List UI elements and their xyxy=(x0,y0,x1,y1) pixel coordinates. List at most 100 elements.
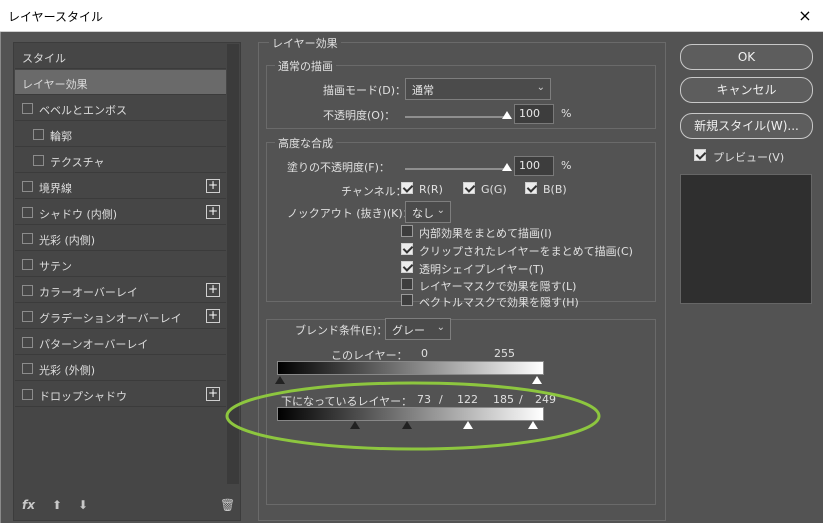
window-title: レイヤースタイル xyxy=(8,10,104,24)
style-list-item[interactable]: スタイル xyxy=(15,44,226,69)
channel-r-checkbox[interactable] xyxy=(401,182,413,194)
add-effect-icon[interactable]: + xyxy=(206,309,220,323)
style-checkbox[interactable] xyxy=(22,181,33,192)
style-list-item[interactable]: 光彩 (外側) xyxy=(15,356,226,381)
fill-opacity-slider[interactable] xyxy=(405,168,509,170)
style-list-toolbar: fx ⬆ ⬇ 🗑 xyxy=(22,498,235,512)
style-checkbox[interactable] xyxy=(22,103,33,114)
ok-button[interactable]: OK xyxy=(680,44,813,70)
knockout-value: なし xyxy=(412,207,434,220)
advanced-blending-group: 高度な合成 塗りの不透明度(F)： 100 % チャンネル： R(R) G(G)… xyxy=(266,135,656,309)
option-label-2: 透明シェイプレイヤー(T) xyxy=(419,263,544,276)
style-list-item[interactable]: 輪郭 xyxy=(15,122,226,147)
style-list-item-label: 光彩 (内側) xyxy=(39,234,96,247)
channel-label: チャンネル： xyxy=(341,185,407,198)
style-checkbox[interactable] xyxy=(22,285,33,296)
opacity-label: 不透明度(O)： xyxy=(323,109,396,122)
cancel-button[interactable]: キャンセル xyxy=(680,77,813,103)
knockout-label: ノックアウト (抜き)(K)： xyxy=(287,207,414,220)
style-list-item-label: 輪郭 xyxy=(50,130,72,143)
fill-opacity-unit: % xyxy=(561,159,572,172)
advanced-blending-title: 高度な合成 xyxy=(275,135,336,151)
option-checkbox-2[interactable] xyxy=(401,261,413,273)
channel-g-checkbox[interactable] xyxy=(463,182,475,194)
opacity-field[interactable]: 100 xyxy=(514,104,554,124)
style-list-item-label: 光彩 (外側) xyxy=(39,364,96,377)
style-list-item[interactable]: ベベルとエンボス xyxy=(15,96,226,121)
style-list-item-label: レイヤー効果 xyxy=(22,78,88,91)
add-effect-icon[interactable]: + xyxy=(206,283,220,297)
option-label-1: クリップされたレイヤーをまとめて描画(C) xyxy=(419,245,633,258)
style-list-item[interactable]: レイヤー効果 xyxy=(15,70,226,95)
normal-blending-group: 通常の描画 描画モード(D)： 通常 ⌄ 不透明度(O)： 100 % xyxy=(266,58,656,129)
style-list-item-label: シャドウ (内側) xyxy=(39,208,118,221)
style-list-item-label: スタイル xyxy=(22,52,66,65)
blend-if-dropdown[interactable]: グレー ⌄ xyxy=(385,318,451,340)
blend-if-label: ブレンド条件(E)： xyxy=(295,324,388,337)
normal-blending-title: 通常の描画 xyxy=(275,58,336,74)
style-list-item[interactable]: ドロップシャドウ + xyxy=(15,382,226,407)
option-checkbox-4[interactable] xyxy=(401,294,413,306)
blend-mode-dropdown[interactable]: 通常 ⌄ xyxy=(405,78,551,100)
this-layer-white: 255 xyxy=(494,347,515,360)
move-down-icon[interactable]: ⬇ xyxy=(78,498,88,512)
channel-g-label: G(G) xyxy=(481,183,507,196)
preview-checkbox[interactable] xyxy=(694,149,706,161)
trash-icon[interactable]: 🗑 xyxy=(220,498,235,512)
style-list-item[interactable]: グラデーションオーバーレイ + xyxy=(15,304,226,329)
fill-opacity-slider-thumb[interactable] xyxy=(502,163,512,171)
fill-opacity-label: 塗りの不透明度(F)： xyxy=(287,161,390,174)
style-list-item-label: サテン xyxy=(39,260,72,273)
option-label-4: ベクトルマスクで効果を隠す(H) xyxy=(419,296,579,309)
style-checkbox[interactable] xyxy=(22,337,33,348)
blend-if-value: グレー xyxy=(392,324,425,337)
style-list-item[interactable]: 光彩 (内側) xyxy=(15,226,226,251)
add-effect-icon[interactable]: + xyxy=(206,205,220,219)
fx-icon[interactable]: fx xyxy=(22,498,35,512)
opacity-slider[interactable] xyxy=(405,116,509,118)
style-checkbox[interactable] xyxy=(22,207,33,218)
style-checkbox[interactable] xyxy=(22,311,33,322)
style-list-item[interactable]: シャドウ (内側) + xyxy=(15,200,226,225)
fill-opacity-field[interactable]: 100 xyxy=(514,156,554,176)
style-list-item[interactable]: パターンオーバーレイ xyxy=(15,330,226,355)
layer-style-dialog: スタイルレイヤー効果ベベルとエンボス輪郭テクスチャ境界線 + シャドウ (内側) + 光… xyxy=(0,32,823,523)
move-up-icon[interactable]: ⬆ xyxy=(52,498,62,512)
style-list-item-label: パターンオーバーレイ xyxy=(39,338,149,351)
style-preview-swatch xyxy=(680,174,812,304)
knockout-dropdown[interactable]: なし ⌄ xyxy=(405,201,451,223)
add-effect-icon[interactable]: + xyxy=(206,179,220,193)
style-checkbox[interactable] xyxy=(33,129,44,140)
style-list-item-label: テクスチャ xyxy=(50,156,105,169)
opacity-slider-thumb[interactable] xyxy=(502,111,512,119)
style-checkbox[interactable] xyxy=(33,155,44,166)
opacity-unit: % xyxy=(561,107,572,120)
preview-label: プレビュー(V) xyxy=(713,151,785,164)
option-checkbox-0[interactable] xyxy=(401,225,413,237)
style-list-item[interactable]: 境界線 + xyxy=(15,174,226,199)
add-effect-icon[interactable]: + xyxy=(206,387,220,401)
option-checkbox-3[interactable] xyxy=(401,278,413,290)
channel-b-label: B(B) xyxy=(543,183,567,196)
style-list-item-label: ドロップシャドウ xyxy=(39,390,127,403)
chevron-down-icon: ⌄ xyxy=(436,322,445,333)
style-list-item[interactable]: カラーオーバーレイ + xyxy=(15,278,226,303)
new-style-button[interactable]: 新規スタイル(W)... xyxy=(680,113,813,139)
title-bar: レイヤースタイル × xyxy=(0,0,823,32)
this-layer-gradient xyxy=(277,361,544,375)
style-list-item-label: 境界線 xyxy=(39,182,72,195)
style-list-item-label: グラデーションオーバーレイ xyxy=(39,312,182,325)
style-checkbox[interactable] xyxy=(22,259,33,270)
style-list-item-label: カラーオーバーレイ xyxy=(39,286,138,299)
this-layer-black: 0 xyxy=(421,347,428,360)
blend-mode-label: 描画モード(D)： xyxy=(323,84,407,97)
close-icon[interactable]: × xyxy=(793,4,817,28)
option-label-3: レイヤーマスクで効果を隠す(L) xyxy=(419,280,577,293)
style-list-item[interactable]: サテン xyxy=(15,252,226,277)
channel-b-checkbox[interactable] xyxy=(525,182,537,194)
option-checkbox-1[interactable] xyxy=(401,243,413,255)
style-checkbox[interactable] xyxy=(22,389,33,400)
style-list-item[interactable]: テクスチャ xyxy=(15,148,226,173)
style-checkbox[interactable] xyxy=(22,233,33,244)
style-checkbox[interactable] xyxy=(22,363,33,374)
